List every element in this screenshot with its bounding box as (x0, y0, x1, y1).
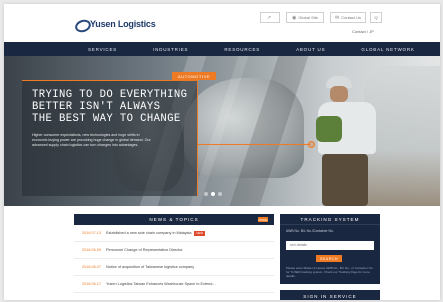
news-item[interactable]: 2016.06.07 Notice of acquisition of Taiw… (74, 259, 274, 276)
hero-hotspot-marker[interactable] (308, 141, 315, 148)
hero-banner: TRYING TO DO EVERYTHING BETTER ISN'T ALW… (4, 56, 440, 206)
sign-in-service-header[interactable]: SIGN IN SERVICE (280, 290, 380, 300)
tracking-title: TRACKING SYSTEM (280, 214, 380, 225)
search-button[interactable]: Q (370, 12, 382, 23)
tracking-field-label: AWB No. B/L No./Container No. (286, 229, 334, 233)
tracking-panel: TRACKING SYSTEM AWB No. B/L No./Containe… (280, 214, 380, 284)
news-item[interactable]: 2016.07.13 Established a new sole chain … (74, 225, 274, 242)
nav-item-resources[interactable]: RESOURCES (224, 47, 260, 52)
hero-category-tag[interactable]: AUTOMOTIVE (172, 72, 216, 80)
hero-image-worker (312, 76, 382, 206)
contact-us-button[interactable]: ✉ Contact Us (330, 12, 366, 23)
nav-item-global-network[interactable]: GLOBAL NETWORK (361, 47, 414, 52)
news-more-button[interactable]: MORE (258, 217, 268, 222)
news-date: 2016.07.13 (82, 231, 102, 235)
news-title: NEWS & TOPICS (149, 217, 199, 222)
hero-body-text: Higher consumer expectations, new techno… (32, 133, 151, 148)
global-site-label: Global Site (298, 15, 318, 20)
site-header: Yusen Logistics ↗ ◉ Global Site ✉ Contac… (4, 4, 440, 42)
hero-text-panel: TRYING TO DO EVERYTHING BETTER ISN'T ALW… (22, 80, 198, 196)
news-headline[interactable]: Notice of acquisition of Taiwanese logis… (106, 265, 194, 269)
carousel-dot[interactable] (204, 192, 208, 196)
mail-icon: ✉ (335, 14, 340, 21)
news-headline[interactable]: Personnel Change of Representative Direc… (106, 248, 183, 252)
nav-item-services[interactable]: SERVICES (88, 47, 117, 52)
contact-us-label: Contact Us (341, 15, 361, 20)
carousel-indicators (204, 192, 225, 196)
search-icon: Q (374, 15, 378, 20)
logo-text: Yusen Logistics (90, 19, 156, 29)
news-headline[interactable]: Established a new sole chain company in … (106, 231, 191, 235)
news-panel: NEWS & TOPICS MORE 2016.07.13 Establishe… (74, 214, 274, 300)
share-icon: ↗ (266, 14, 272, 21)
new-badge: NEW (194, 230, 206, 236)
news-item[interactable]: 2016.06.09 Personnel Change of Represent… (74, 242, 274, 259)
nav-item-about-us[interactable]: ABOUT US (296, 47, 325, 52)
news-date: 2016.06.17 (82, 282, 102, 286)
tracking-search-button[interactable]: SEARCH (316, 255, 342, 262)
hero-heading: TRYING TO DO EVERYTHING BETTER ISN'T ALW… (32, 89, 188, 125)
news-date: 2016.06.07 (82, 265, 102, 269)
browser-page: Yusen Logistics ↗ ◉ Global Site ✉ Contac… (4, 4, 440, 300)
tracking-note: Please enter Master & House AWB No., B/L… (286, 266, 374, 278)
nav-item-industries[interactable]: INDUSTRIES (153, 47, 188, 52)
carousel-dot-active[interactable] (211, 192, 215, 196)
news-headline[interactable]: Yusen Logistics Taiwan Enhances Warehous… (106, 282, 216, 286)
site-logo[interactable]: Yusen Logistics (74, 18, 156, 30)
global-site-button[interactable]: ◉ Global Site (286, 12, 324, 23)
news-header: NEWS & TOPICS MORE (74, 214, 274, 225)
tracking-number-input[interactable] (286, 240, 374, 250)
hero-connector-line (198, 144, 310, 145)
main-nav: SERVICES INDUSTRIES RESOURCES ABOUT US G… (4, 42, 440, 56)
carousel-dot[interactable] (218, 192, 222, 196)
logo-swoosh-icon (74, 18, 88, 30)
share-button[interactable]: ↗ (260, 12, 280, 23)
news-item[interactable]: 2016.06.17 Yusen Logistics Taiwan Enhanc… (74, 276, 274, 293)
language-switch[interactable]: Contact / JP (352, 29, 374, 34)
news-date: 2016.06.09 (82, 248, 102, 252)
globe-icon: ◉ (292, 14, 297, 21)
